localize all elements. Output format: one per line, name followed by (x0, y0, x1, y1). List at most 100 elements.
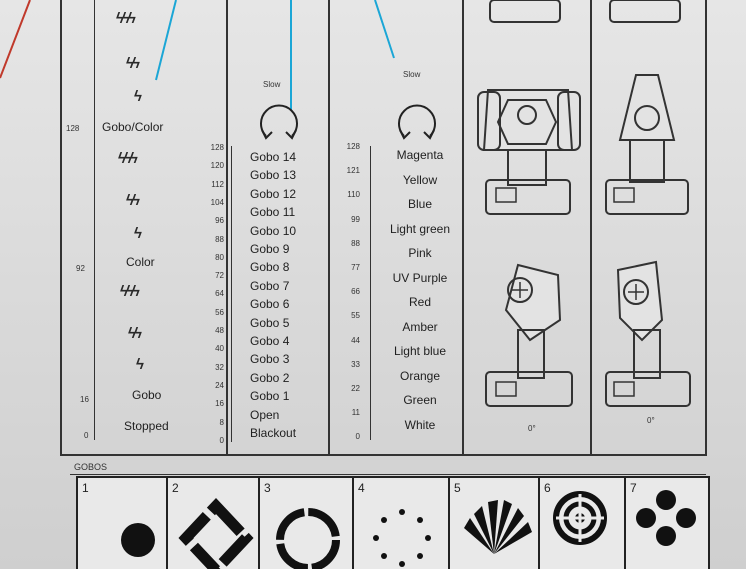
color-list-item: Amber (402, 319, 438, 334)
scale-tick: 55 (351, 311, 360, 321)
gobos-section-title: GOBOS (74, 462, 108, 472)
speed-slow-icon: ϟ (134, 88, 142, 105)
scale-tick: 88 (351, 238, 360, 248)
scale-tick: 32 (215, 362, 224, 372)
speed-medium-icon: ϟϟ (126, 55, 140, 72)
scale-tick: 48 (215, 326, 224, 335)
gobo-list-item: Gobo 12 (250, 186, 297, 201)
color-list-item: Light blue (393, 344, 447, 358)
scale-tick: 22 (351, 384, 360, 393)
mode-label-gobo-color: Gobo/Color (102, 120, 164, 134)
column-divider (462, 0, 464, 455)
table-border-right (705, 0, 707, 455)
gobo-list-item: Gobo 4 (250, 334, 290, 348)
scale-tick: 121 (346, 166, 360, 176)
speed-slow-icon: ϟ (134, 225, 142, 242)
scale-tick: 72 (215, 271, 224, 281)
manual-page: ϟϟϟ ϟϟ ϟ Gobo/Color ϟϟϟ ϟϟ ϟ Color ϟϟϟ ϟ… (0, 0, 746, 569)
rotation-arrows-icon (260, 104, 298, 140)
gobo-list-item: Gobo 7 (250, 278, 290, 293)
fixture-angle-label: 0° (647, 416, 655, 425)
scale-tick: 92 (76, 264, 85, 273)
scale-tick: 16 (215, 399, 224, 409)
color-list-item: White (404, 417, 436, 432)
slow-label: Slow (263, 80, 281, 89)
speed-fast-icon: ϟϟϟ (116, 10, 136, 27)
slow-label: Slow (403, 70, 421, 79)
scale-tick: 16 (80, 395, 89, 404)
color-list-item: Blue (407, 197, 433, 211)
column-divider (590, 0, 592, 455)
scale-tick: 64 (215, 289, 224, 299)
color-list-item: Red (408, 295, 431, 309)
moving-head-fixture-illustration (605, 0, 691, 407)
speed-slow-icon: ϟ (136, 356, 144, 373)
moving-head-fixture-illustration (477, 0, 581, 407)
gobo-list-item: Gobo 2 (250, 370, 290, 385)
dotted-ring-gobo-icon (373, 509, 431, 567)
gobo-cell-6: 6 (538, 476, 626, 569)
diamond-gobo-icon (178, 497, 254, 569)
column-divider (226, 0, 228, 455)
gobo-list-item: Gobo 9 (250, 242, 290, 256)
fan-gobo-icon (464, 500, 532, 554)
fixture-angle-label: 0° (528, 424, 536, 433)
gobo-list-item: Gobo 1 (250, 389, 290, 404)
color-list-item: Light green (389, 221, 451, 236)
scale-tick: 128 (210, 143, 224, 152)
color-list-item: Magenta (396, 148, 444, 162)
speed-fast-icon: ϟϟϟ (120, 283, 140, 300)
solid-dot-gobo-icon (121, 523, 155, 557)
speed-medium-icon: ϟϟ (128, 325, 142, 342)
gobo-cell-1: 1 (76, 476, 168, 569)
scale-tick: 99 (351, 214, 360, 224)
gobo-list-item: Gobo 8 (250, 260, 290, 275)
table-border-left (60, 0, 62, 455)
gobo-list-item: Gobo 11 (250, 205, 296, 220)
scale-tick: 44 (351, 335, 360, 345)
color-list-item: Yellow (402, 172, 438, 187)
scale-tick: 112 (211, 179, 224, 189)
scale-tick: 77 (351, 263, 360, 272)
gobo-cell-7: 7 (624, 476, 710, 569)
ring-gobo-icon (276, 508, 340, 569)
scale-axis (231, 146, 232, 442)
gobo-list-item: Gobo 6 (250, 297, 290, 312)
rotation-arrows-icon (398, 104, 436, 140)
gobo-list-item: Blackout (250, 426, 297, 440)
scale-tick: 128 (346, 142, 360, 151)
gobo-cell-5: 5 (448, 476, 540, 569)
scale-tick: 88 (215, 234, 224, 244)
gobo-list-item: Gobo 5 (250, 315, 290, 330)
scale-tick: 128 (66, 124, 80, 133)
speed-medium-icon: ϟϟ (126, 192, 140, 209)
color-list-item: UV Purple (392, 270, 448, 285)
mode-label-color: Color (126, 255, 155, 269)
color-list-item: Orange (399, 368, 441, 383)
color-list-item: Green (403, 393, 437, 407)
mode-label-gobo: Gobo (132, 388, 162, 402)
color-list-item: Pink (408, 246, 432, 260)
scale-tick: 0 (84, 431, 89, 440)
gobo-list-item: Open (250, 407, 280, 422)
gobo-cell-3: 3 (258, 476, 354, 569)
scale-axis (370, 146, 371, 440)
mode-label-stopped: Stopped (124, 419, 169, 433)
gobo-list-item: Gobo 13 (250, 168, 297, 183)
speed-fast-icon: ϟϟϟ (118, 150, 138, 167)
gobo-list-item: Gobo 3 (250, 352, 290, 367)
scale-tick: 80 (215, 252, 224, 262)
scale-tick: 120 (210, 161, 224, 171)
scale-tick: 24 (215, 380, 224, 390)
scale-tick: 11 (351, 408, 360, 418)
scale-tick: 56 (215, 307, 224, 317)
scale-tick: 66 (351, 287, 360, 297)
scale-tick: 96 (215, 216, 224, 226)
scale-tick: 0 (219, 435, 224, 445)
scale-tick: 40 (215, 344, 224, 354)
scale-tick: 104 (210, 197, 224, 207)
column-divider (328, 0, 330, 455)
spiral-gobo-icon (553, 491, 607, 545)
scale-axis (94, 0, 95, 440)
scale-tick: 0 (355, 432, 360, 442)
